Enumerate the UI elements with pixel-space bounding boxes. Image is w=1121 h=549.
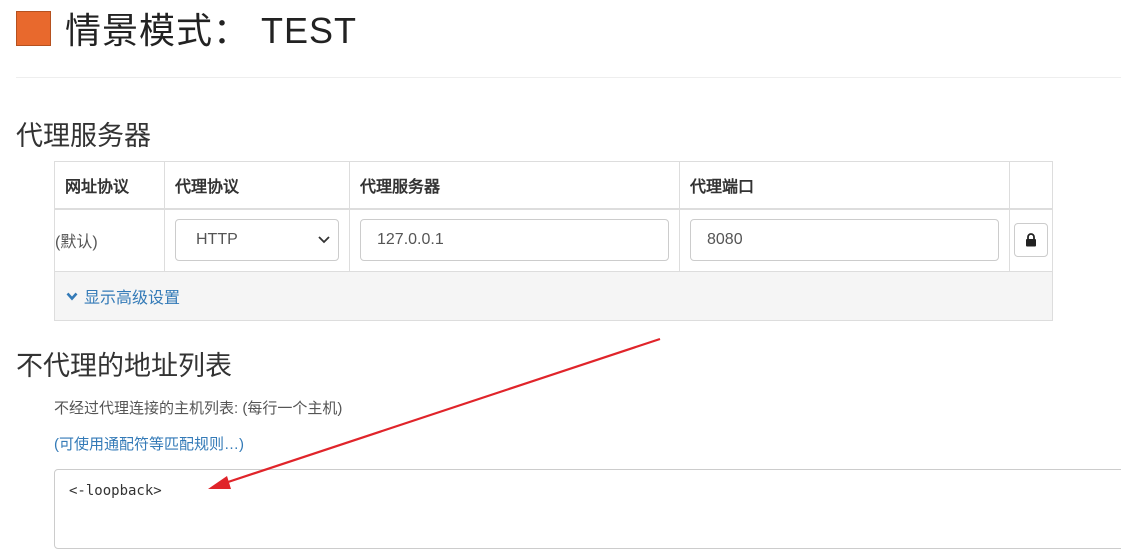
proxy-section-heading: 代理服务器 — [16, 121, 151, 151]
proxy-table: 网址协议 代理协议 代理服务器 代理端口 (默认) HTTP 127.0.0.1… — [54, 161, 1053, 321]
column-header-port: 代理端口 — [679, 161, 1010, 210]
lock-icon — [1026, 233, 1036, 247]
url-scheme-cell: (默认) — [54, 208, 165, 272]
column-header-actions — [1009, 161, 1053, 210]
advanced-cell: 显示高级设置 — [54, 271, 1053, 321]
header-divider — [16, 77, 1121, 78]
chevron-down-icon — [66, 292, 78, 300]
profile-color-swatch[interactable] — [16, 10, 51, 46]
table-header-row: 网址协议 代理协议 代理服务器 代理端口 — [54, 161, 1053, 210]
show-advanced-label: 显示高级设置 — [84, 290, 181, 307]
column-header-server: 代理服务器 — [349, 161, 680, 210]
show-advanced-link[interactable]: 显示高级设置 — [66, 284, 180, 308]
column-header-protocol: 代理协议 — [164, 161, 350, 210]
page-title: 情景模式： TEST — [65, 10, 358, 51]
chevron-down-icon — [318, 236, 330, 244]
port-cell: 8080 — [679, 208, 1010, 272]
lock-button[interactable] — [1014, 223, 1048, 258]
column-header-url-scheme: 网址协议 — [54, 161, 165, 210]
proxy-port-input[interactable]: 8080 — [690, 219, 999, 262]
bypass-description: 不经过代理连接的主机列表: (每行一个主机) — [54, 400, 343, 417]
bypass-section-heading: 不代理的地址列表 — [16, 351, 232, 381]
proxy-server-input[interactable]: 127.0.0.1 — [360, 219, 669, 262]
table-row: (默认) HTTP 127.0.0.1 8080 — [54, 208, 1053, 272]
page-header: 情景模式： TEST — [16, 6, 357, 51]
wildcard-rules-link[interactable]: (可使用通配符等匹配规则…) — [54, 433, 244, 454]
bypass-list-textarea[interactable]: <-loopback> — [54, 469, 1121, 549]
advanced-row: 显示高级设置 — [54, 271, 1053, 321]
protocol-cell: HTTP — [164, 208, 350, 272]
protocol-select-value: HTTP — [196, 231, 238, 249]
protocol-select[interactable]: HTTP — [175, 219, 339, 262]
lock-cell — [1009, 208, 1053, 272]
server-cell: 127.0.0.1 — [349, 208, 680, 272]
